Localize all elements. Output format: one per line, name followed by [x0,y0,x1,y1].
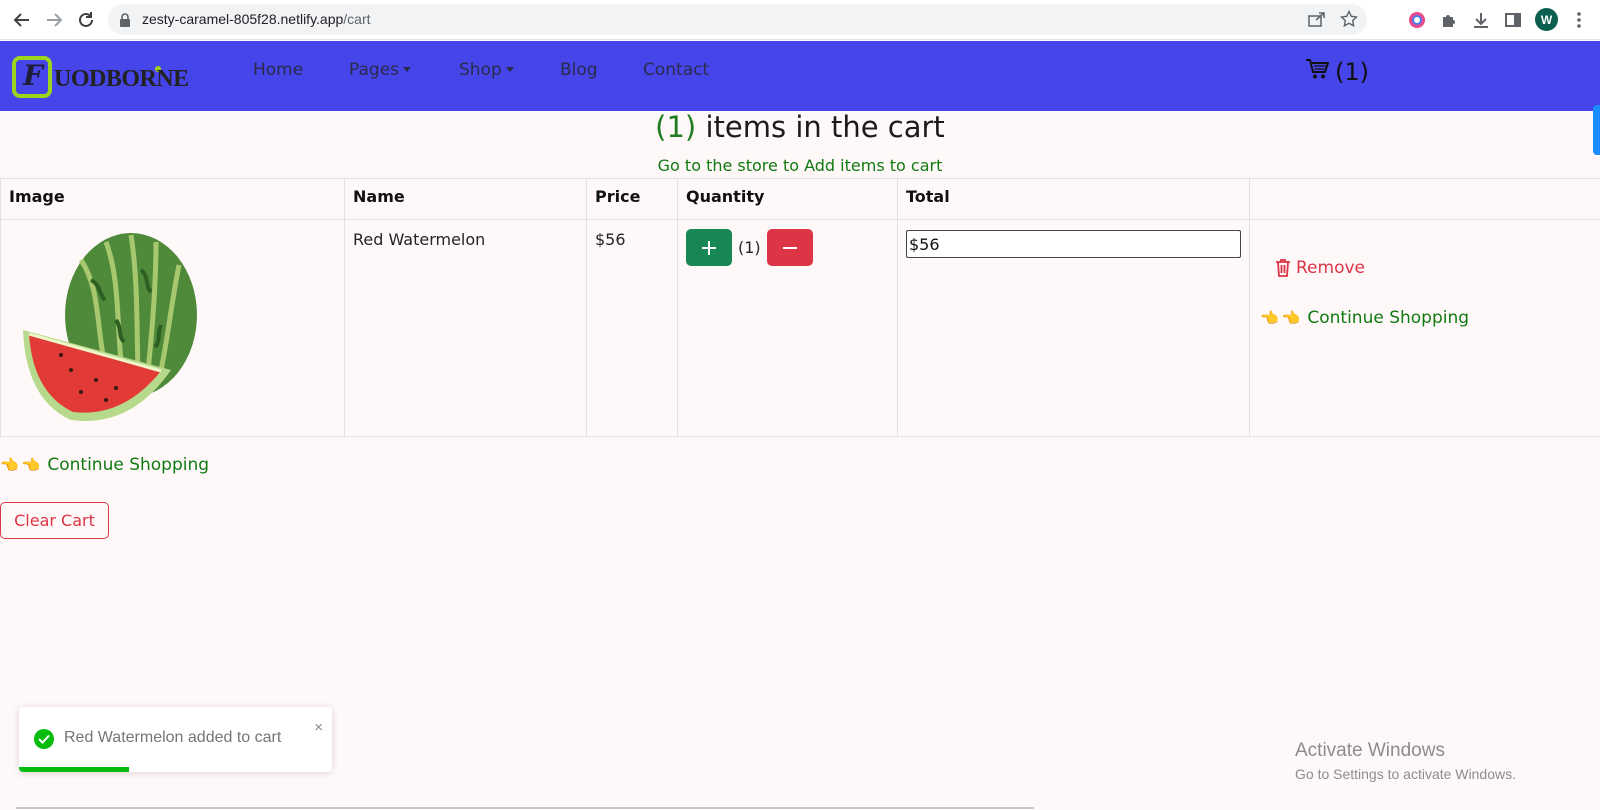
store-link: Go to the store to Add items to cart [0,156,1600,175]
reload-icon[interactable] [74,8,98,32]
toast-progress-bar [19,767,129,772]
lock-icon [119,12,131,31]
table-row: Red Watermelon $56 (1) $56 Remove 👈 👈 Co… [0,219,1600,437]
horizontal-scrollbar[interactable] [16,807,1034,809]
nav-shop[interactable]: Shop [459,60,514,80]
address-bar[interactable]: zesty-caramel-805f28.netlify.app/cart [108,4,1367,35]
decrease-quantity-button[interactable] [766,229,813,266]
product-price: $56 [586,219,678,437]
quantity-cell: (1) [677,219,898,437]
logo-letter: F [23,59,43,92]
table-header-row: Image Name Price Quantity Total [0,178,1600,220]
continue-shopping-link[interactable]: 👈 👈 Continue Shopping [0,455,209,475]
success-check-icon [34,729,54,749]
remove-button[interactable]: Remove [1274,258,1592,278]
nav-contact[interactable]: Contact [643,60,709,80]
minus-icon [782,246,797,249]
url-host: zesty-caramel-805f28.netlify.app [142,11,344,27]
cart-button[interactable]: (1) [1305,58,1369,86]
url-path: /cart [343,11,371,27]
plus-icon [702,240,716,255]
url-text: zesty-caramel-805f28.netlify.app/cart [142,11,371,27]
trash-icon [1276,259,1290,277]
toast-message: Red Watermelon added to cart [64,729,282,746]
extension-color-icon[interactable] [1406,9,1428,31]
product-image-cell [0,219,345,437]
column-header-name: Name [344,178,587,220]
nav-pages-label: Pages [349,60,400,80]
actions-cell: Remove 👈 👈 Continue Shopping [1249,219,1600,437]
forward-icon[interactable] [42,8,66,32]
remove-label: Remove [1296,258,1365,278]
nav-blog[interactable]: Blog [560,60,598,80]
column-header-image: Image [0,178,345,220]
puzzle-icon[interactable] [1438,9,1460,31]
brand-logo[interactable]: F UODBORNE [12,56,197,98]
column-header-actions [1249,178,1600,220]
nav-shop-label: Shop [459,60,502,80]
logo-text: UODBORNE [54,66,189,92]
column-header-total: Total [897,178,1250,220]
increase-quantity-button[interactable] [686,229,732,266]
caret-down-icon [505,67,514,72]
close-icon[interactable]: × [314,719,323,736]
nav-pages[interactable]: Pages [349,60,412,80]
share-icon[interactable] [1308,11,1326,31]
menu-dots-icon[interactable] [1568,9,1590,31]
pointing-hand-icon: 👈 [1281,309,1301,327]
clear-cart-button[interactable]: Clear Cart [0,502,109,539]
cart-heading: (1) items in the cart [0,110,1600,144]
pointing-hand-icon: 👈 [0,456,19,474]
download-icon[interactable] [1470,9,1492,31]
pointing-hand-icon: 👈 [21,456,41,474]
watermelon-image [23,233,197,421]
profile-avatar[interactable]: W [1535,8,1558,31]
star-icon[interactable] [1339,9,1359,32]
continue-shopping-label: Continue Shopping [1307,308,1470,328]
total-field[interactable] [906,230,1241,258]
cart-count: (1) [1335,58,1369,86]
pointing-hand-icon: 👈 [1260,309,1279,327]
windows-activation-subtitle: Go to Settings to activate Windows. [1295,766,1516,782]
side-panel-icon[interactable] [1502,9,1524,31]
cart-table: Image Name Price Quantity Total Red Wate… [0,178,1600,437]
column-header-quantity: Quantity [677,178,898,220]
site-navbar: F UODBORNE Home Pages Shop Blog Contact … [0,41,1600,111]
browser-toolbar: zesty-caramel-805f28.netlify.app/cart W [0,0,1600,40]
total-cell [897,219,1250,437]
nav-home[interactable]: Home [253,60,303,80]
windows-activation-title: Activate Windows [1295,740,1445,761]
cart-heading-count: (1) [655,110,697,144]
continue-shopping-text: Continue Shopping [47,455,210,475]
toast-notification: Red Watermelon added to cart × [19,707,332,772]
cart-heading-text: items in the cart [705,110,945,144]
back-icon[interactable] [10,8,34,32]
quantity-stepper: (1) [686,229,889,266]
row-continue-shopping[interactable]: 👈 👈 Continue Shopping [1260,308,1592,328]
caret-down-icon [403,67,412,72]
column-header-price: Price [586,178,678,220]
product-name: Red Watermelon [344,219,587,437]
go-to-store-link[interactable]: Go to the store to Add items to cart [658,156,943,175]
cart-icon [1305,58,1330,86]
quantity-value: (1) [738,238,761,257]
